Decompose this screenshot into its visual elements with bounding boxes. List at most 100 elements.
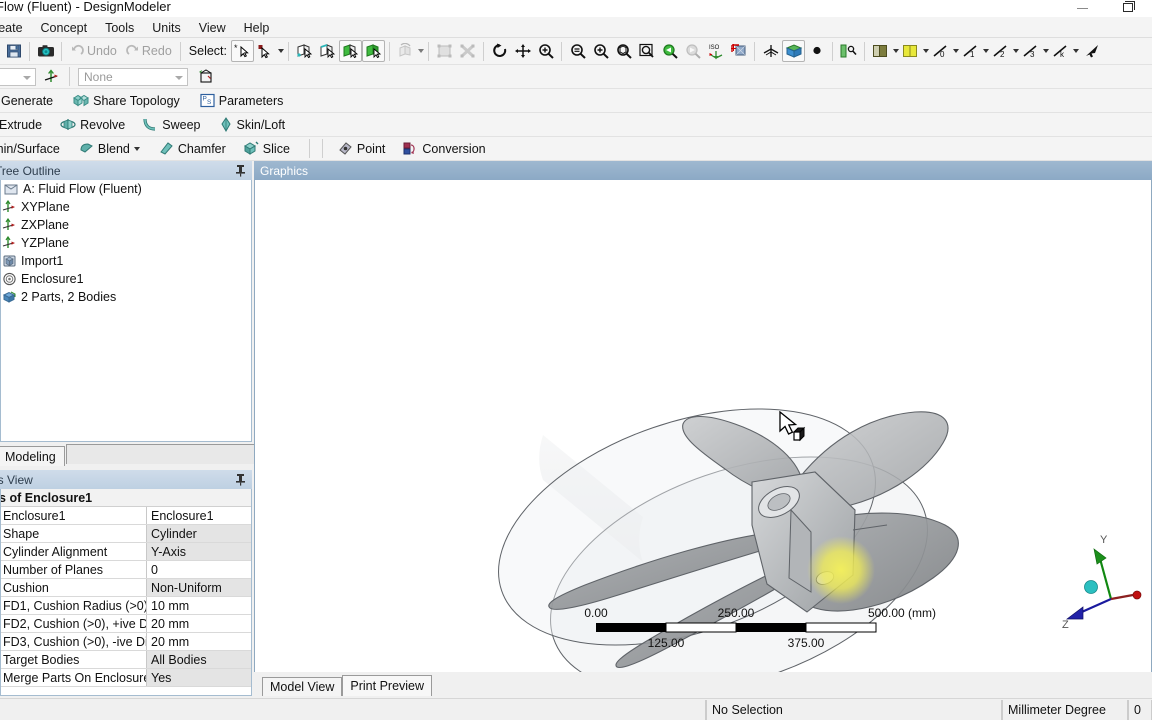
- tree-item[interactable]: YZPlane: [1, 234, 251, 252]
- thin-surface-button[interactable]: Thin/Surface: [0, 139, 67, 158]
- zoom-to-fit-icon[interactable]: [612, 40, 635, 62]
- tree-item[interactable]: XYPlane: [1, 198, 251, 216]
- extend-selection-chevron-down-icon[interactable]: [418, 49, 424, 53]
- details-row-value[interactable]: 0: [147, 561, 251, 578]
- blend-chevron-down-icon[interactable]: [133, 146, 140, 151]
- menu-item-tools[interactable]: Tools: [96, 19, 143, 37]
- share-topology-button[interactable]: Share Topology: [68, 91, 187, 110]
- select-face-icon[interactable]: [339, 40, 362, 62]
- extend-selection-icon[interactable]: [394, 40, 417, 62]
- tab-sketching[interactable]: [66, 444, 256, 464]
- camera-icon[interactable]: [34, 40, 57, 62]
- details-row-value[interactable]: 20 mm: [147, 633, 251, 650]
- conversion-button[interactable]: Conversion: [398, 139, 492, 158]
- new-plane-icon[interactable]: [40, 66, 63, 88]
- details-row-value[interactable]: Yes: [147, 669, 251, 686]
- select-all-icon[interactable]: [433, 40, 456, 62]
- menu-item-view[interactable]: View: [190, 19, 235, 37]
- details-row[interactable]: Enclosure1 Enclosure1: [1, 507, 251, 525]
- display-plane-icon[interactable]: [759, 40, 782, 62]
- line-body-2-icon[interactable]: 2: [989, 40, 1012, 62]
- zoom-out-icon[interactable]: [566, 40, 589, 62]
- tab-model-view[interactable]: Model View: [262, 677, 343, 696]
- iso-view-icon[interactable]: ISO: [704, 40, 727, 62]
- edge-joints-icon[interactable]: [837, 40, 860, 62]
- details-row-value[interactable]: Non-Uniform: [147, 579, 251, 596]
- details-row[interactable]: FD2, Cushion (>0), +ive Direction20 mm: [1, 615, 251, 633]
- menu-item-units[interactable]: Units: [143, 19, 189, 37]
- details-row-value[interactable]: All Bodies: [147, 651, 251, 668]
- parameters-button[interactable]: PS Parameters: [195, 91, 291, 110]
- box-select-icon[interactable]: [254, 40, 277, 62]
- sweep-button[interactable]: Sweep: [138, 115, 207, 134]
- details-row[interactable]: Target Bodies All Bodies: [1, 651, 251, 669]
- pin-icon[interactable]: [235, 164, 246, 177]
- tree-item[interactable]: A: Fluid Flow (Fluent): [1, 180, 251, 198]
- select-none-icon[interactable]: [456, 40, 479, 62]
- details-row[interactable]: Number of Planes 0: [1, 561, 251, 579]
- solid-body-icon[interactable]: [899, 40, 922, 62]
- thin-surface-plane-icon[interactable]: [869, 40, 892, 62]
- point-button[interactable]: Point: [333, 139, 393, 158]
- menu-item-concept[interactable]: Concept: [32, 19, 97, 37]
- undo-button[interactable]: Undo: [66, 43, 121, 59]
- plane-selector[interactable]: [0, 67, 36, 86]
- details-row-value[interactable]: Cylinder: [147, 525, 251, 542]
- orientation-triad[interactable]: Y Z: [1059, 527, 1143, 637]
- new-sketch-icon[interactable]: [194, 66, 217, 88]
- sketch-selector[interactable]: None: [78, 67, 188, 86]
- pan-icon[interactable]: [511, 40, 534, 62]
- tab-print-preview[interactable]: Print Preview: [342, 675, 433, 696]
- point-display-icon[interactable]: [805, 40, 828, 62]
- zoom-in-icon[interactable]: [589, 40, 612, 62]
- select-edge-icon[interactable]: [316, 40, 339, 62]
- model-3d-view[interactable]: [255, 180, 1152, 673]
- menu-item-create[interactable]: Create: [0, 19, 32, 37]
- line-body-1-icon[interactable]: 1: [959, 40, 982, 62]
- redo-button[interactable]: Redo: [121, 43, 176, 59]
- graphics-viewport[interactable]: Y Z 0.00 250.00 500.00 (mm) 125.00 375.0…: [254, 180, 1152, 673]
- menu-item-help[interactable]: Help: [235, 19, 279, 37]
- previous-view-icon[interactable]: [658, 40, 681, 62]
- restore-button[interactable]: [1106, 0, 1152, 17]
- slice-button[interactable]: Slice: [239, 139, 297, 158]
- next-view-icon[interactable]: [681, 40, 704, 62]
- blend-button[interactable]: Blend: [75, 139, 147, 158]
- line-body-3-icon[interactable]: 3: [1019, 40, 1042, 62]
- skin-loft-button[interactable]: Skin/Loft: [214, 115, 293, 134]
- chamfer-button[interactable]: Chamfer: [155, 139, 233, 158]
- tab-modeling[interactable]: Modeling: [0, 446, 65, 466]
- tree-item[interactable]: Enclosure1: [1, 270, 251, 288]
- select-vertex-icon[interactable]: [293, 40, 316, 62]
- extrude-button[interactable]: Extrude: [0, 115, 49, 134]
- details-row-value[interactable]: 10 mm: [147, 597, 251, 614]
- box-zoom-icon[interactable]: [635, 40, 658, 62]
- tree-item[interactable]: ZXPlane: [1, 216, 251, 234]
- display-model-icon[interactable]: [782, 40, 805, 62]
- details-row-value[interactable]: Y-Axis: [147, 543, 251, 560]
- details-row[interactable]: Shape Cylinder: [1, 525, 251, 543]
- revolve-button[interactable]: Revolve: [55, 115, 132, 134]
- line-body-k-icon[interactable]: k: [1049, 40, 1072, 62]
- details-row[interactable]: Cushion Non-Uniform: [1, 579, 251, 597]
- tree-item[interactable]: 2 Parts, 2 Bodies: [1, 288, 251, 306]
- single-select-icon[interactable]: *: [231, 40, 254, 62]
- details-row[interactable]: Merge Parts On Enclosure Yes: [1, 669, 251, 687]
- details-row[interactable]: Cylinder Alignment Y-Axis: [1, 543, 251, 561]
- details-row[interactable]: FD3, Cushion (>0), -ive Direction20 mm: [1, 633, 251, 651]
- select-mode-chevron-down-icon[interactable]: [278, 49, 284, 53]
- select-body-icon[interactable]: [362, 40, 385, 62]
- details-row-value[interactable]: 20 mm: [147, 615, 251, 632]
- line-body-0-icon[interactable]: 0: [929, 40, 952, 62]
- rotate-icon[interactable]: [488, 40, 511, 62]
- minimize-button[interactable]: [1060, 0, 1106, 17]
- zoom-icon[interactable]: [534, 40, 557, 62]
- arrow-icon[interactable]: [1079, 40, 1102, 62]
- look-at-face-icon[interactable]: [727, 40, 750, 62]
- details-row-value[interactable]: Enclosure1: [147, 507, 251, 524]
- save-icon[interactable]: [2, 40, 25, 62]
- tree-item[interactable]: Import1: [1, 252, 251, 270]
- generate-button[interactable]: Generate: [0, 91, 60, 110]
- details-row[interactable]: FD1, Cushion Radius (>0) 10 mm: [1, 597, 251, 615]
- details-pin-icon[interactable]: [235, 473, 246, 486]
